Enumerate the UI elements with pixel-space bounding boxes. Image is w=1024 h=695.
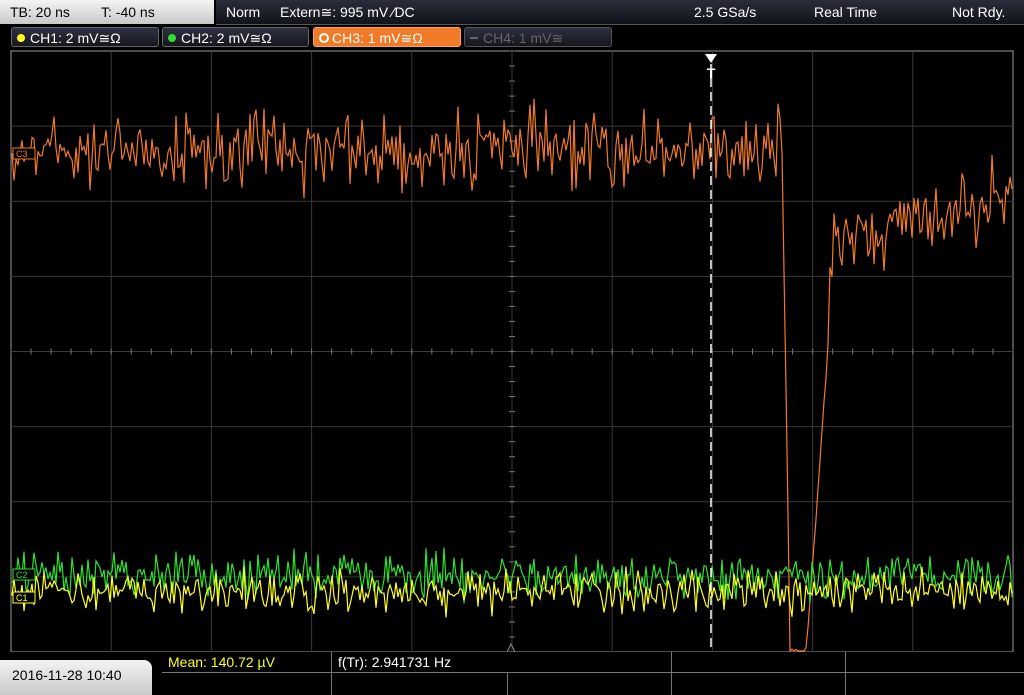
measurement-slot-4[interactable] — [846, 652, 1024, 673]
channel-1-marker-label: C1 — [16, 593, 28, 603]
measurement-slot-9[interactable] — [846, 673, 1024, 695]
measurement-slot-6[interactable] — [332, 673, 508, 695]
channel-2-marker-label: C2 — [16, 570, 28, 580]
trigger-source-label: Extern≅: 995 mV ⁄DC — [280, 4, 415, 20]
channel-2-label: CH2: 2 mV≅Ω — [181, 30, 272, 46]
channel-3-tab[interactable]: CH3: 1 mV≅Ω — [313, 27, 461, 47]
channel-3-marker-label: C3 — [16, 149, 28, 159]
channel-2-tab[interactable]: CH2: 2 mV≅Ω — [162, 27, 309, 47]
sample-rate-label: 2.5 GSa/s — [694, 4, 757, 20]
date-time-display: 2016-11-28 10:40 — [0, 660, 152, 695]
channel-4-tab[interactable]: CH4: 1 mV≅ — [464, 27, 612, 47]
bottom-bar: 2016-11-28 10:40 Mean: 140.72 µV f(Tr): … — [0, 652, 1024, 695]
channel-3-dot-icon — [319, 33, 329, 43]
channel-4-label: CH4: 1 mV≅ — [483, 30, 564, 46]
trigger-time-label: T: -40 ns — [101, 4, 155, 20]
top-status-bar: TB: 20 ns T: -40 ns Norm Extern≅: 995 mV… — [0, 0, 1024, 25]
channel-2-dot-icon — [168, 34, 176, 42]
channel-2-offset-marker[interactable]: C2 — [12, 568, 36, 581]
channel-1-dot-icon — [17, 34, 25, 42]
status-label: Not Rdy. — [952, 4, 1006, 20]
channel-bar: CH1: 2 mV≅Ω CH2: 2 mV≅Ω CH3: 1 mV≅Ω CH4:… — [0, 25, 1024, 50]
channel-1-offset-marker[interactable]: C1 — [12, 591, 36, 604]
measurement-slot-3[interactable] — [672, 652, 846, 673]
timebase-label: TB: 20 ns — [10, 4, 70, 20]
channel-3-offset-marker[interactable]: C3 — [12, 147, 36, 160]
mean-measurement[interactable]: Mean: 140.72 µV — [162, 652, 332, 673]
timebase-panel[interactable]: TB: 20 ns T: -40 ns — [0, 0, 214, 24]
trigger-marker: T — [707, 65, 716, 81]
measurement-slot-5[interactable] — [162, 673, 332, 695]
measurement-slot-8[interactable] — [672, 673, 846, 695]
trigger-mode-label: Norm — [226, 4, 261, 20]
frequency-measurement[interactable]: f(Tr): 2.941731 Hz — [332, 652, 672, 673]
channel-3-label: CH3: 1 mV≅Ω — [332, 30, 423, 46]
measurement-slot-7[interactable] — [508, 673, 672, 695]
channel-1-label: CH1: 2 mV≅Ω — [30, 30, 121, 46]
channel-4-dash-icon — [470, 37, 478, 39]
channel-1-tab[interactable]: CH1: 2 mV≅Ω — [11, 27, 159, 47]
acquisition-mode-label: Real Time — [814, 4, 878, 20]
trigger-panel[interactable]: Norm Extern≅: 995 mV ⁄DC 2.5 GSa/s Real … — [216, 0, 1024, 25]
waveform-display[interactable]: T C3 C2 C1 — [0, 50, 1024, 652]
